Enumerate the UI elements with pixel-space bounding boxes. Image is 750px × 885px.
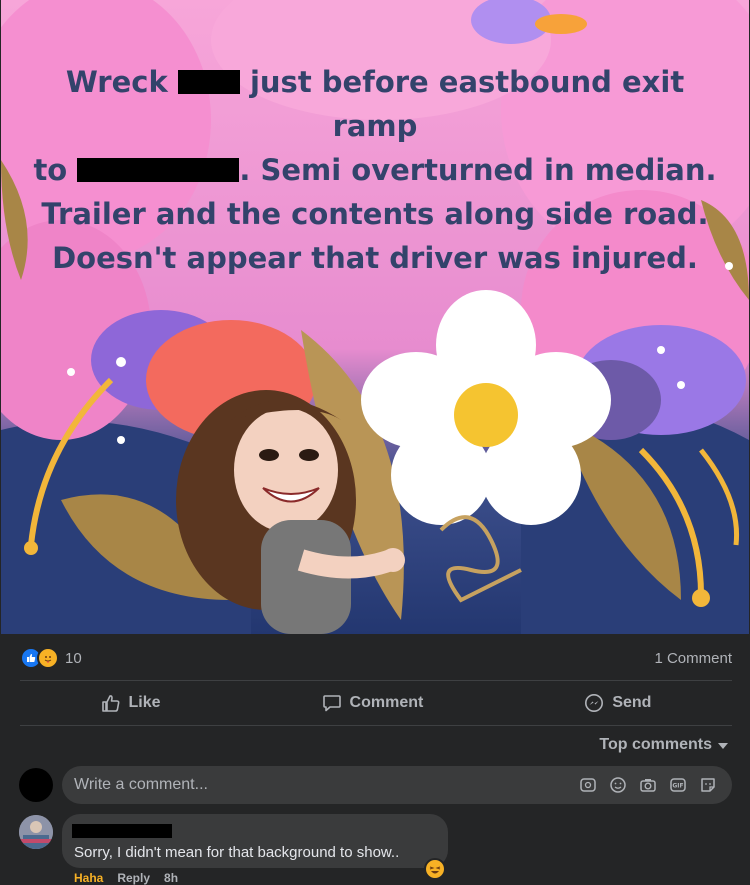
comment-bubble: Sorry, I didn't mean for that background… [62,814,448,868]
redaction-block [77,158,240,182]
like-icon [101,695,119,712]
comment-reply-link[interactable]: Reply [117,871,150,885]
comment-label: Comment [349,694,424,711]
post-stats-bar: 10 1 Comment [20,645,732,671]
like-label: Like [128,694,161,711]
comment-icon [322,695,341,712]
haha-reaction-icon[interactable] [424,858,446,880]
comment-sort-dropdown[interactable]: Top comments [599,736,728,754]
comment-haha-link[interactable]: Haha [74,871,103,885]
camera-icon[interactable] [638,775,658,795]
comment-meta: Haha Reply 8h [74,871,178,885]
like-button[interactable]: Like [101,693,161,713]
post-background-image: Wreck just before eastbound exit ramp to… [1,0,749,634]
sort-label: Top comments [599,736,712,753]
redaction-block [177,70,240,94]
divider [20,725,732,726]
svg-text:GIF: GIF [672,783,683,790]
post-text: Wreck just before eastbound exit ramp to… [21,60,729,280]
comment-input[interactable]: Write a comment... GIF [62,766,732,804]
post-text-segment: just before eastbound exit ramp [249,65,685,143]
comment-tools: GIF [578,775,718,795]
post-text-segment: Wreck [65,65,168,99]
reactions-summary[interactable]: 10 [20,647,82,669]
commenter-avatar[interactable] [19,815,53,849]
comment-count[interactable]: 1 Comment [654,650,732,667]
avatar-sticker-icon[interactable] [698,775,718,795]
post-text-line: Doesn't appear that driver was injured. [52,241,698,275]
emoji-icon[interactable] [608,775,628,795]
current-user-avatar[interactable] [19,768,53,802]
reaction-count: 10 [65,649,82,667]
comment-button[interactable]: Comment [322,693,424,713]
gif-icon[interactable]: GIF [668,775,688,795]
comment-text: Sorry, I didn't mean for that background… [74,844,400,861]
post-action-bar: Like Comment Send [20,683,732,723]
chevron-down-icon [718,743,728,749]
redaction-block [72,824,172,838]
sticker-icon[interactable] [578,775,598,795]
send-label: Send [612,694,652,711]
post-text-segment: . Semi overturned in median. [239,153,717,187]
divider [20,680,732,681]
post-text-line: Trailer and the contents along side road… [41,197,709,231]
post-text-segment: to [33,153,68,187]
care-icon [37,647,59,669]
send-button[interactable]: Send [584,693,651,713]
comment-input-placeholder: Write a comment... [74,776,208,793]
messenger-icon [585,694,604,712]
comment-timestamp: 8h [164,871,179,885]
